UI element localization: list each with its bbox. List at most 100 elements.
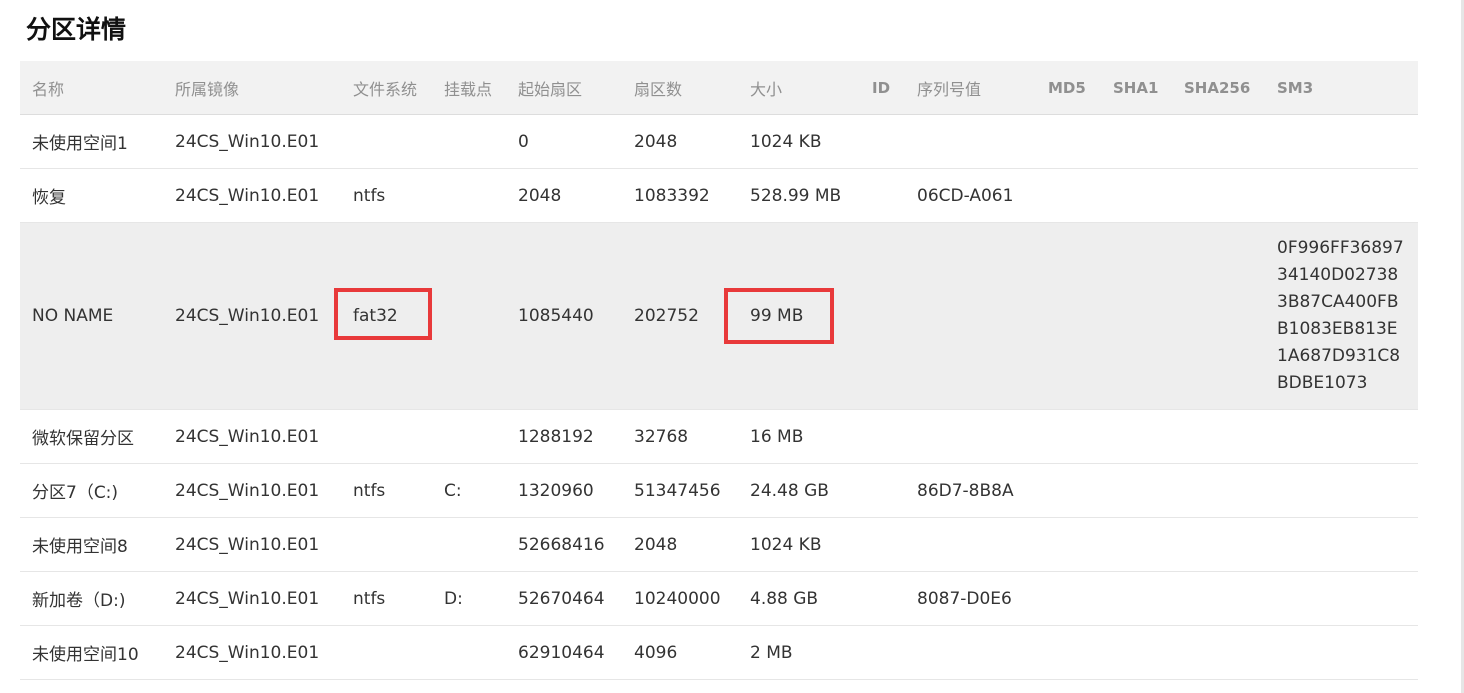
header-start-sector[interactable]: 起始扇区 xyxy=(506,61,622,115)
cell-md5 xyxy=(1036,571,1101,626)
cell-sha256 xyxy=(1172,463,1265,518)
cell-sm3 xyxy=(1265,463,1418,518)
cell-id xyxy=(860,625,905,680)
table-row[interactable]: 分区7（C:) 24CS_Win10.E01 ntfs C: 1320960 513474… xyxy=(20,463,1418,518)
cell-id xyxy=(860,571,905,626)
cell-sector-count: 2048 xyxy=(622,517,738,572)
cell-image: 24CS_Win10.E01 xyxy=(163,409,341,464)
cell-sha1 xyxy=(1101,114,1172,169)
cell-id xyxy=(860,222,905,410)
cell-mountpoint xyxy=(432,517,506,572)
cell-name: 未使用空间10 xyxy=(20,625,163,680)
cell-size: 1024 KB xyxy=(738,114,860,169)
cell-size: 99 MB xyxy=(738,222,860,410)
cell-id xyxy=(860,463,905,518)
table-row[interactable]: 新加卷（D:) 24CS_Win10.E01 ntfs D: 52670464 10240… xyxy=(20,571,1418,626)
cell-serial: 06CD-A061 xyxy=(905,168,1036,223)
cell-serial: 8087-D0E6 xyxy=(905,571,1036,626)
table-row[interactable]: 未使用空间8 24CS_Win10.E01 52668416 2048 1024 KB xyxy=(20,517,1418,572)
page-title: 分区详情 xyxy=(26,15,127,44)
cell-serial xyxy=(905,409,1036,464)
cell-image: 24CS_Win10.E01 xyxy=(163,222,341,410)
cell-start-sector: 2048 xyxy=(506,168,622,223)
cell-start-sector: 52668416 xyxy=(506,517,622,572)
cell-filesystem: ntfs xyxy=(341,168,432,223)
cell-image: 24CS_Win10.E01 xyxy=(163,114,341,169)
cell-filesystem: ntfs xyxy=(341,463,432,518)
header-image[interactable]: 所属镜像 xyxy=(163,61,341,115)
cell-mountpoint xyxy=(432,625,506,680)
cell-mountpoint: D: xyxy=(432,571,506,626)
table-row[interactable]: 未使用空间1 24CS_Win10.E01 0 2048 1024 KB xyxy=(20,114,1418,169)
cell-size: 2 MB xyxy=(738,625,860,680)
cell-start-sector: 1085440 xyxy=(506,222,622,410)
cell-md5 xyxy=(1036,625,1101,680)
cell-md5 xyxy=(1036,409,1101,464)
cell-md5 xyxy=(1036,168,1101,223)
table-row[interactable]: 未使用空间10 24CS_Win10.E01 62910464 4096 2 MB xyxy=(20,625,1418,680)
header-sha1[interactable]: SHA1 xyxy=(1101,61,1172,115)
cell-sha256 xyxy=(1172,114,1265,169)
header-mountpoint[interactable]: 挂载点 xyxy=(432,61,506,115)
cell-sector-count: 51347456 xyxy=(622,463,738,518)
cell-filesystem xyxy=(341,625,432,680)
cell-md5 xyxy=(1036,222,1101,410)
header-size[interactable]: 大小 xyxy=(738,61,860,115)
cell-filesystem xyxy=(341,517,432,572)
cell-mountpoint xyxy=(432,222,506,410)
cell-sector-count: 10240000 xyxy=(622,571,738,626)
cell-name: 新加卷（D:) xyxy=(20,571,163,626)
cell-start-sector: 62910464 xyxy=(506,625,622,680)
cell-sector-count: 1083392 xyxy=(622,168,738,223)
cell-image: 24CS_Win10.E01 xyxy=(163,625,341,680)
header-sm3[interactable]: SM3 xyxy=(1265,61,1418,115)
cell-sha256 xyxy=(1172,168,1265,223)
table-row[interactable]: 恢复 24CS_Win10.E01 ntfs 2048 1083392 528.99 MB… xyxy=(20,168,1418,223)
partition-table: 名称 所属镜像 文件系统 挂载点 起始扇区 扇区数 大小 ID 序列号值 MD5… xyxy=(20,61,1418,680)
cell-name: 未使用空间8 xyxy=(20,517,163,572)
cell-sm3 xyxy=(1265,114,1418,169)
cell-id xyxy=(860,168,905,223)
cell-filesystem xyxy=(341,114,432,169)
header-name[interactable]: 名称 xyxy=(20,61,163,115)
cell-serial: 86D7-8B8A xyxy=(905,463,1036,518)
cell-sha256 xyxy=(1172,222,1265,410)
cell-sm3 xyxy=(1265,517,1418,572)
header-filesystem[interactable]: 文件系统 xyxy=(341,61,432,115)
cell-md5 xyxy=(1036,517,1101,572)
header-id[interactable]: ID xyxy=(860,61,905,115)
cell-image: 24CS_Win10.E01 xyxy=(163,168,341,223)
table-row[interactable]: NO NAME 24CS_Win10.E01 fat32 1085440 202752 9… xyxy=(20,222,1418,410)
cell-filesystem xyxy=(341,409,432,464)
header-md5[interactable]: MD5 xyxy=(1036,61,1101,115)
cell-sha1 xyxy=(1101,409,1172,464)
cell-name: 微软保留分区 xyxy=(20,409,163,464)
cell-size: 24.48 GB xyxy=(738,463,860,518)
table-header-row: 名称 所属镜像 文件系统 挂载点 起始扇区 扇区数 大小 ID 序列号值 MD5… xyxy=(20,61,1418,115)
cell-serial xyxy=(905,114,1036,169)
cell-image: 24CS_Win10.E01 xyxy=(163,571,341,626)
cell-sha1 xyxy=(1101,222,1172,410)
cell-sha1 xyxy=(1101,168,1172,223)
header-serial[interactable]: 序列号值 xyxy=(905,61,1036,115)
cell-start-sector: 0 xyxy=(506,114,622,169)
header-sha256[interactable]: SHA256 xyxy=(1172,61,1265,115)
cell-name: 恢复 xyxy=(20,168,163,223)
cell-sha1 xyxy=(1101,625,1172,680)
cell-name: 分区7（C:) xyxy=(20,463,163,518)
cell-sector-count: 4096 xyxy=(622,625,738,680)
cell-md5 xyxy=(1036,114,1101,169)
cell-sha256 xyxy=(1172,409,1265,464)
cell-start-sector: 1320960 xyxy=(506,463,622,518)
cell-sha256 xyxy=(1172,517,1265,572)
cell-serial xyxy=(905,517,1036,572)
header-sector-count[interactable]: 扇区数 xyxy=(622,61,738,115)
cell-mountpoint xyxy=(432,168,506,223)
cell-mountpoint: C: xyxy=(432,463,506,518)
cell-size: 1024 KB xyxy=(738,517,860,572)
table-row[interactable]: 微软保留分区 24CS_Win10.E01 1288192 32768 16 MB xyxy=(20,409,1418,464)
cell-image: 24CS_Win10.E01 xyxy=(163,517,341,572)
cell-size: 4.88 GB xyxy=(738,571,860,626)
cell-id xyxy=(860,409,905,464)
cell-sha1 xyxy=(1101,517,1172,572)
